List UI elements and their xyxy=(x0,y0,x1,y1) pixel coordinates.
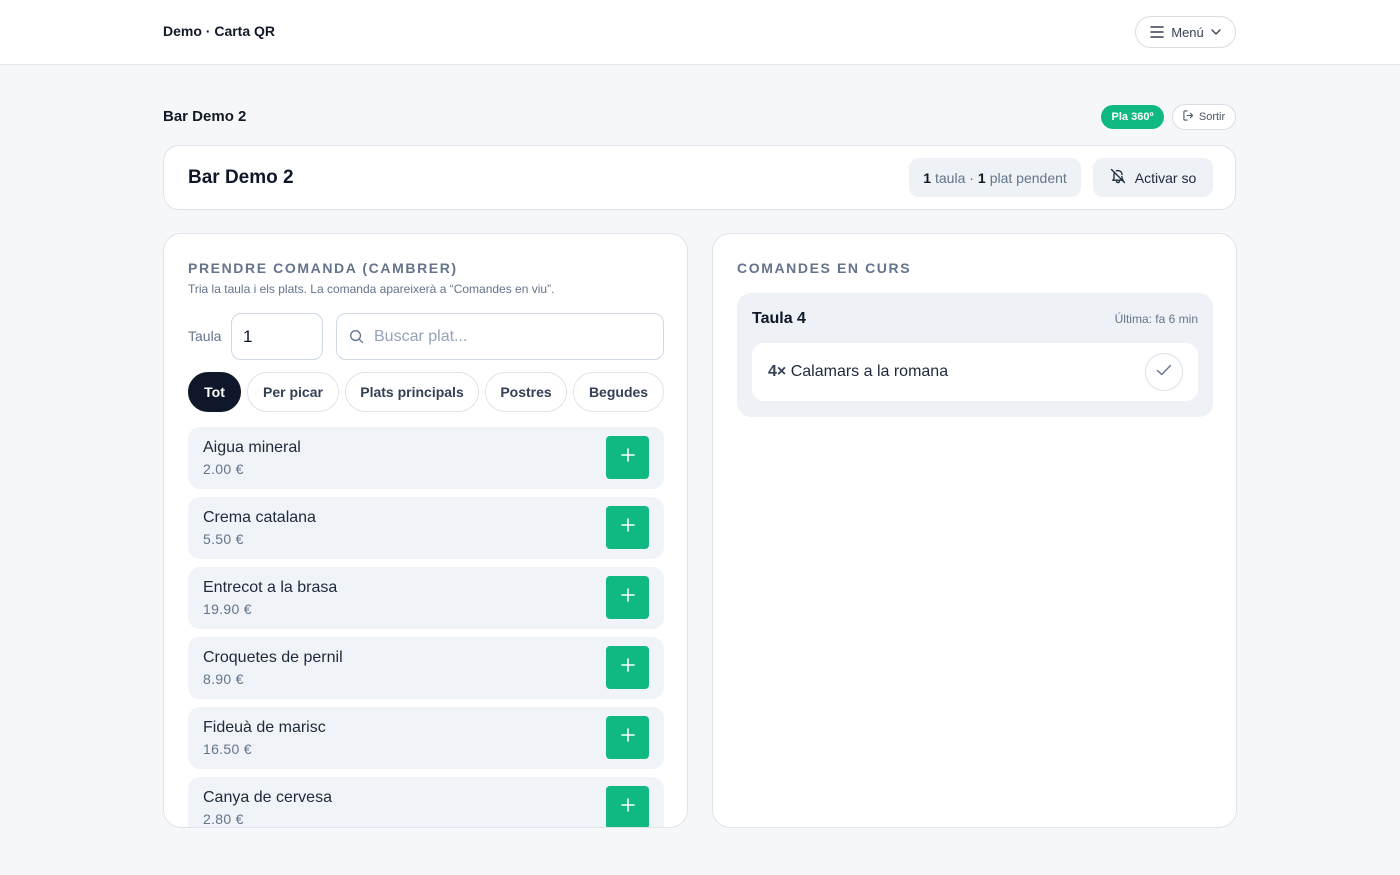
dish-name: Crema catalana xyxy=(203,509,316,526)
dish-price: 19.90 € xyxy=(203,601,252,617)
category-tab-starters[interactable]: Per picar xyxy=(247,372,339,412)
order-line: 4× Calamars a la romana xyxy=(752,343,1198,401)
take-order-panel: PRENDRE COMANDA (CAMBRER) Tria la taula … xyxy=(163,233,688,828)
plus-icon xyxy=(620,448,635,467)
order-last-update: Última: fa 6 min xyxy=(1114,312,1198,326)
bell-off-icon xyxy=(1110,168,1126,187)
dish-price: 8.90 € xyxy=(203,671,244,687)
exit-button[interactable]: Sortir xyxy=(1172,104,1236,130)
category-tab-drinks[interactable]: Begudes xyxy=(573,372,664,412)
current-orders-panel: COMANDES EN CURS Taula 4 Última: fa 6 mi… xyxy=(712,233,1237,828)
add-dish-button[interactable] xyxy=(606,506,649,549)
dish-price: 16.50 € xyxy=(203,741,252,757)
plus-icon xyxy=(620,588,635,607)
category-tab-desserts[interactable]: Postres xyxy=(485,372,567,412)
plus-icon xyxy=(620,728,635,747)
venue-name: Bar Demo 2 xyxy=(163,108,247,125)
add-dish-button[interactable] xyxy=(606,576,649,619)
plus-icon xyxy=(620,658,635,677)
category-tab-mains[interactable]: Plats principals xyxy=(345,372,479,412)
dish-item: Canya de cervesa 2.80 € xyxy=(188,777,664,827)
pending-count: 1 xyxy=(977,169,986,186)
tables-count: 1 xyxy=(923,169,931,186)
page-title: Bar Demo 2 xyxy=(188,167,294,188)
add-dish-button[interactable] xyxy=(606,786,649,827)
sound-label: Activar so xyxy=(1134,169,1197,186)
activate-sound-button[interactable]: Activar so xyxy=(1093,158,1213,197)
add-dish-button[interactable] xyxy=(606,436,649,479)
order-group: Taula 4 Última: fa 6 min 4× Calamars a l… xyxy=(737,293,1213,417)
dish-item: Aigua mineral 2.00 € xyxy=(188,427,664,489)
hamburger-icon xyxy=(1150,26,1164,38)
dish-name: Entrecot a la brasa xyxy=(203,579,338,596)
venue-header-card: Bar Demo 2 1 taula · 1 plat pendent Acti… xyxy=(163,145,1236,210)
dish-name: Fideuà de marisc xyxy=(203,719,326,736)
dish-name: Croquetes de pernil xyxy=(203,649,343,666)
table-label: Taula xyxy=(188,328,222,344)
add-dish-button[interactable] xyxy=(606,716,649,759)
order-table-name: Taula 4 xyxy=(752,310,806,327)
search-icon xyxy=(349,329,364,344)
category-tab-all[interactable]: Tot xyxy=(188,372,241,412)
menu-label: Menú xyxy=(1171,24,1204,40)
add-dish-button[interactable] xyxy=(606,646,649,689)
order-line-dish: Calamars a la romana xyxy=(790,363,949,380)
mark-served-button[interactable] xyxy=(1145,353,1183,391)
order-line-qty: 4× xyxy=(768,363,787,380)
top-bar: Demo · Carta QR Menú xyxy=(0,0,1400,65)
take-order-heading: PRENDRE COMANDA (CAMBRER) xyxy=(188,260,458,276)
check-icon xyxy=(1156,363,1172,381)
order-line-text: 4× Calamars a la romana xyxy=(768,363,948,381)
dish-item: Fideuà de marisc 16.50 € xyxy=(188,707,664,769)
table-number-input[interactable] xyxy=(231,313,323,360)
dish-price: 2.80 € xyxy=(203,811,244,827)
chevron-down-icon xyxy=(1211,29,1221,35)
dish-item: Croquetes de pernil 8.90 € xyxy=(188,637,664,699)
pending-word: plat pendent xyxy=(989,169,1067,186)
plus-icon xyxy=(620,798,635,817)
dish-price: 5.50 € xyxy=(203,531,244,547)
exit-label: Sortir xyxy=(1198,111,1226,123)
pending-summary: 1 taula · 1 plat pendent xyxy=(909,158,1081,197)
brand-title: Demo · Carta QR xyxy=(163,23,276,39)
dish-item: Entrecot a la brasa 19.90 € xyxy=(188,567,664,629)
plan-badge: Pla 360º xyxy=(1101,105,1164,129)
dish-price: 2.00 € xyxy=(203,461,244,477)
current-orders-heading: COMANDES EN CURS xyxy=(737,260,912,276)
tables-word: taula · xyxy=(935,169,974,186)
take-order-subtitle: Tria la taula i els plats. La comanda ap… xyxy=(188,282,555,296)
logout-icon xyxy=(1183,110,1194,124)
plus-icon xyxy=(620,518,635,537)
dish-item: Crema catalana 5.50 € xyxy=(188,497,664,559)
menu-button[interactable]: Menú xyxy=(1135,16,1236,48)
dish-search-box[interactable] xyxy=(336,313,664,360)
dish-search-input[interactable] xyxy=(374,327,644,346)
dish-name: Aigua mineral xyxy=(203,439,301,456)
dish-name: Canya de cervesa xyxy=(203,789,332,806)
